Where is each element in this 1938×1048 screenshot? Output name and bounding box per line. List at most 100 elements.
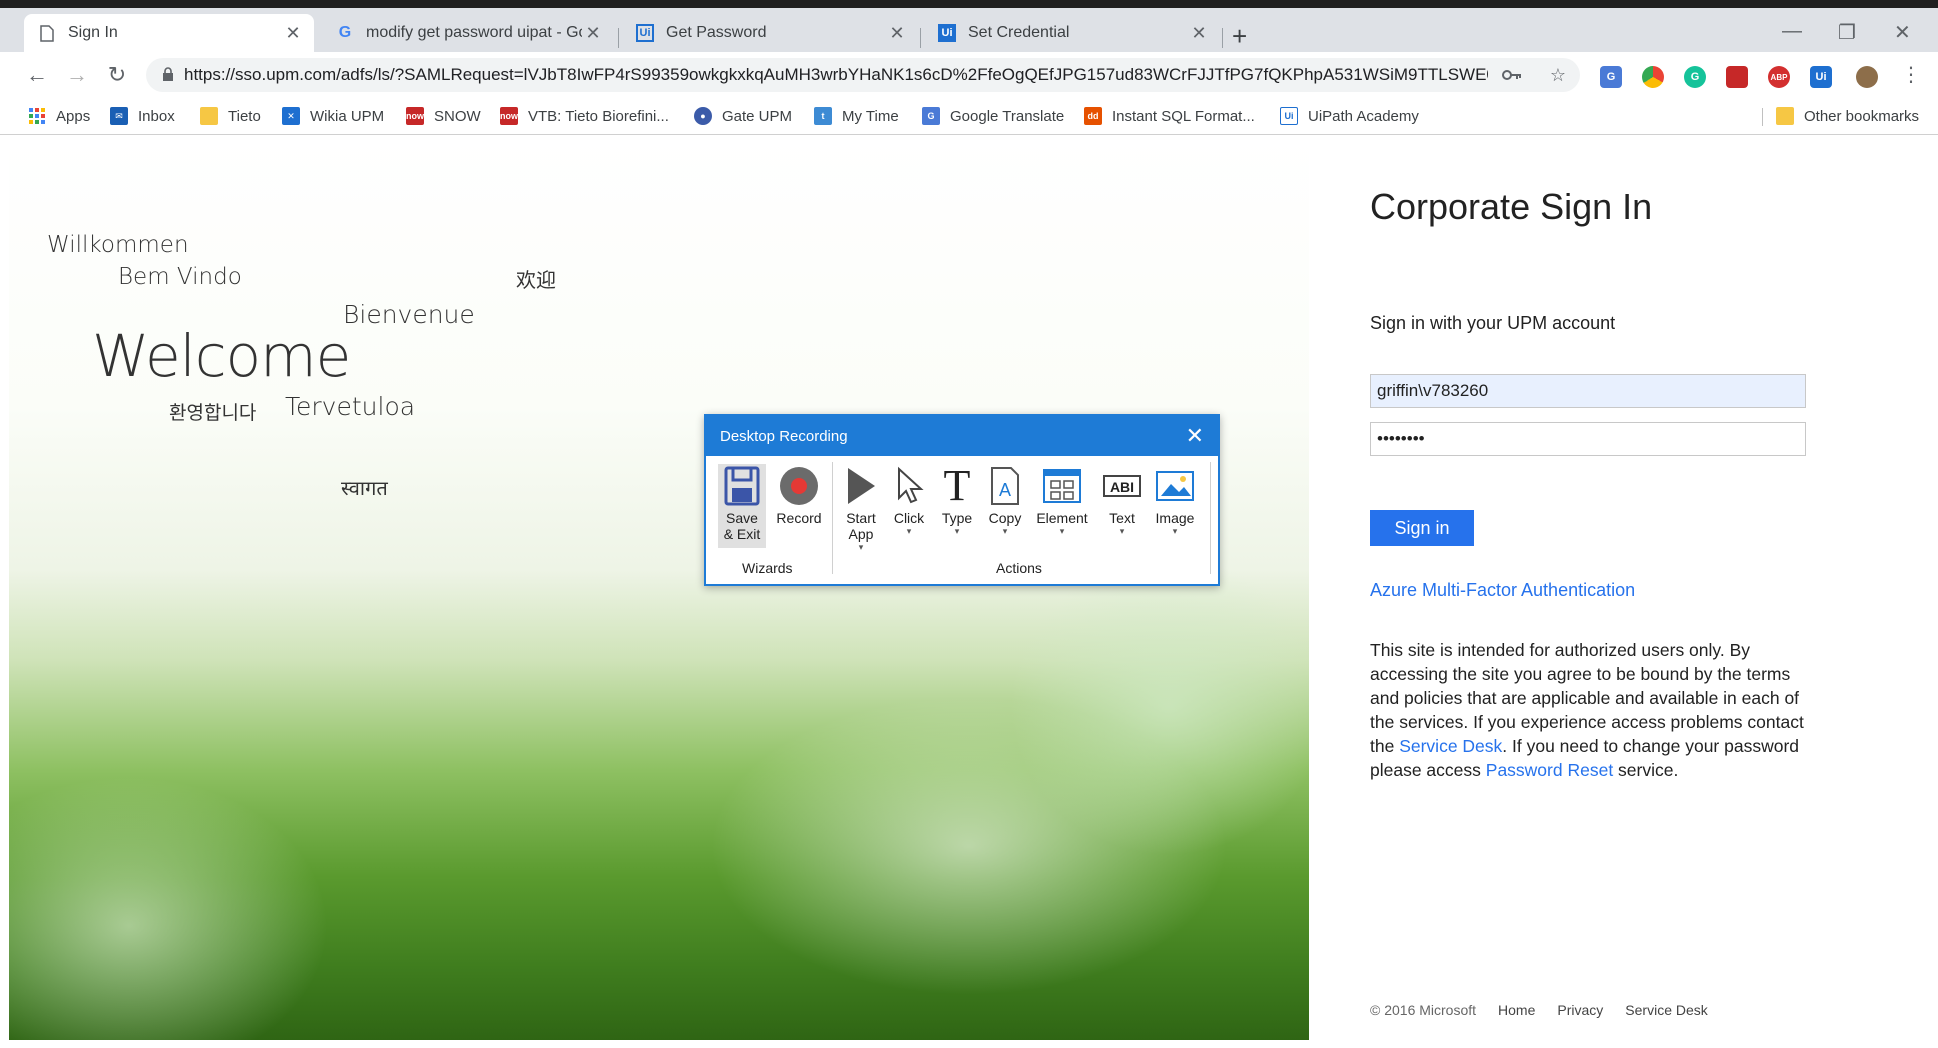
- window-close-icon[interactable]: ✕: [1894, 20, 1911, 45]
- bookmark-tieto[interactable]: Tieto: [200, 104, 261, 128]
- svg-text:A: A: [999, 480, 1011, 500]
- dropdown-caret-icon: ▾: [1119, 526, 1125, 536]
- username-field[interactable]: [1370, 374, 1806, 408]
- apps-grid-icon: [28, 107, 46, 125]
- start-app-button[interactable]: Start App ▾: [838, 464, 884, 552]
- forward-icon[interactable]: →: [62, 60, 92, 90]
- tab-google-search[interactable]: G modify get password uipat - Goo ✕: [322, 14, 614, 52]
- image-icon: [1155, 464, 1195, 508]
- type-button[interactable]: T Type ▾: [934, 461, 980, 537]
- page-title: Corporate Sign In: [1370, 186, 1653, 227]
- tool-label: Type: [941, 510, 973, 526]
- bookmark-label: Tieto: [228, 107, 261, 125]
- minimize-icon[interactable]: —: [1782, 20, 1802, 43]
- bookmark-inbox[interactable]: ✉ Inbox: [110, 104, 175, 128]
- sign-in-subheading: Sign in with your UPM account: [1370, 313, 1616, 333]
- sign-in-panel: Corporate Sign In Sign in with your UPM …: [1370, 136, 1910, 1040]
- highlight-blob: [9, 776, 329, 1040]
- tab-title: modify get password uipat - Goo: [366, 24, 582, 41]
- key-icon[interactable]: [1501, 65, 1522, 86]
- tool-label: Save & Exit: [723, 510, 761, 542]
- bookmarks-bar: Apps ✉ Inbox Tieto ✕ Wikia UPM now SNOW …: [0, 98, 1938, 135]
- folder-icon: [200, 107, 218, 125]
- new-tab-button[interactable]: +: [1232, 23, 1247, 49]
- save-exit-button[interactable]: Save & Exit: [718, 464, 766, 548]
- group-label-wizards: Wizards: [742, 560, 793, 576]
- reload-icon[interactable]: ↻: [102, 60, 132, 90]
- bookmark-gate-upm[interactable]: ● Gate UPM: [694, 104, 792, 128]
- bookmark-google-translate[interactable]: G Google Translate: [922, 104, 1064, 128]
- image-button[interactable]: Image ▾: [1150, 464, 1200, 536]
- access-notice: This site is intended for authorized use…: [1370, 638, 1810, 782]
- back-icon[interactable]: ←: [22, 60, 52, 90]
- text-icon: ABI: [1102, 464, 1142, 508]
- red-book-icon[interactable]: [1726, 66, 1748, 88]
- element-button[interactable]: Element ▾: [1032, 464, 1092, 536]
- element-icon: [1042, 464, 1082, 508]
- inbox-icon: ✉: [110, 107, 128, 125]
- text-button[interactable]: ABI Text ▾: [1098, 464, 1146, 536]
- bookmark-vtb[interactable]: now VTB: Tieto Biorefini...: [500, 104, 669, 128]
- password-field[interactable]: [1370, 422, 1806, 456]
- tool-label: Image: [1155, 510, 1195, 526]
- tab-get-password[interactable]: Ui Get Password ✕: [622, 14, 918, 52]
- service-desk-link[interactable]: Service Desk: [1399, 736, 1502, 756]
- bookmark-other[interactable]: Other bookmarks: [1776, 104, 1919, 128]
- greeting-welcome: Welcome: [92, 322, 351, 390]
- address-bar[interactable]: https://sso.upm.com/adfs/ls/?SAMLRequest…: [146, 58, 1580, 92]
- greeting-bem-vindo: Bem Vindo: [118, 264, 242, 290]
- bookmark-apps[interactable]: Apps: [28, 104, 90, 128]
- uipath-icon: Ui: [1280, 107, 1298, 125]
- grammarly-icon[interactable]: G: [1684, 66, 1706, 88]
- tab-title: Get Password: [666, 24, 767, 41]
- bookmark-uipath-academy[interactable]: Ui UiPath Academy: [1280, 104, 1419, 128]
- tab-separator: [1222, 28, 1223, 48]
- star-icon[interactable]: ☆: [1550, 65, 1566, 86]
- close-icon[interactable]: ✕: [582, 23, 604, 44]
- sign-in-button[interactable]: Sign in: [1370, 510, 1474, 546]
- bookmark-label: Google Translate: [950, 107, 1065, 125]
- restore-icon[interactable]: ❐: [1838, 20, 1856, 45]
- lock-icon: [162, 66, 174, 84]
- mfa-link[interactable]: Azure Multi-Factor Authentication: [1370, 580, 1635, 601]
- tab-set-credential[interactable]: Ui Set Credential ✕: [924, 14, 1220, 52]
- dropdown-caret-icon: ▾: [954, 526, 960, 536]
- close-icon[interactable]: ✕: [886, 23, 908, 44]
- bookmark-wikia-upm[interactable]: ✕ Wikia UPM: [282, 104, 384, 128]
- close-icon[interactable]: ✕: [1186, 423, 1204, 449]
- bookmark-snow[interactable]: now SNOW: [406, 104, 481, 128]
- footer-privacy-link[interactable]: Privacy: [1557, 1002, 1603, 1018]
- confluence-icon: ✕: [282, 107, 300, 125]
- page-footer: © 2016 Microsoft Home Privacy Service De…: [1370, 1002, 1708, 1018]
- group-divider: [1210, 462, 1211, 574]
- group-divider: [832, 462, 833, 574]
- chrome-ext-icon[interactable]: [1642, 66, 1664, 88]
- profile-avatar[interactable]: [1856, 66, 1878, 88]
- group-label-actions: Actions: [996, 560, 1042, 576]
- click-button[interactable]: Click ▾: [886, 464, 932, 536]
- bookmark-label: Other bookmarks: [1804, 107, 1920, 125]
- browser-toolbar: ← → ↻ https://sso.upm.com/adfs/ls/?SAMLR…: [0, 52, 1938, 98]
- translate-ext-icon[interactable]: G: [1600, 66, 1622, 88]
- url-text: https://sso.upm.com/adfs/ls/?SAMLRequest…: [184, 65, 1488, 84]
- tab-sign-in[interactable]: Sign In ✕: [24, 14, 314, 52]
- page-icon: [38, 24, 56, 42]
- footer-home-link[interactable]: Home: [1498, 1002, 1535, 1018]
- copyright-text: © 2016 Microsoft: [1370, 1002, 1477, 1018]
- close-icon[interactable]: ✕: [1188, 23, 1210, 44]
- adblock-icon[interactable]: ABP: [1768, 66, 1790, 88]
- close-icon[interactable]: ✕: [282, 23, 304, 44]
- password-reset-link[interactable]: Password Reset: [1486, 760, 1613, 780]
- servicenow-icon: now: [406, 107, 424, 125]
- copy-button[interactable]: A Copy ▾: [982, 464, 1028, 536]
- save-icon: [724, 464, 760, 508]
- uipath-ext-icon[interactable]: Ui: [1810, 66, 1832, 88]
- footer-service-desk-link[interactable]: Service Desk: [1625, 1002, 1707, 1018]
- menu-icon[interactable]: ⋮: [1896, 60, 1926, 90]
- record-button[interactable]: Record: [772, 464, 826, 526]
- dropdown-caret-icon: ▾: [906, 526, 912, 536]
- type-icon: T: [943, 461, 971, 510]
- bookmark-my-time[interactable]: t My Time: [814, 104, 899, 128]
- tab-separator: [618, 28, 619, 48]
- bookmark-sql-format[interactable]: dd Instant SQL Format...: [1084, 104, 1255, 128]
